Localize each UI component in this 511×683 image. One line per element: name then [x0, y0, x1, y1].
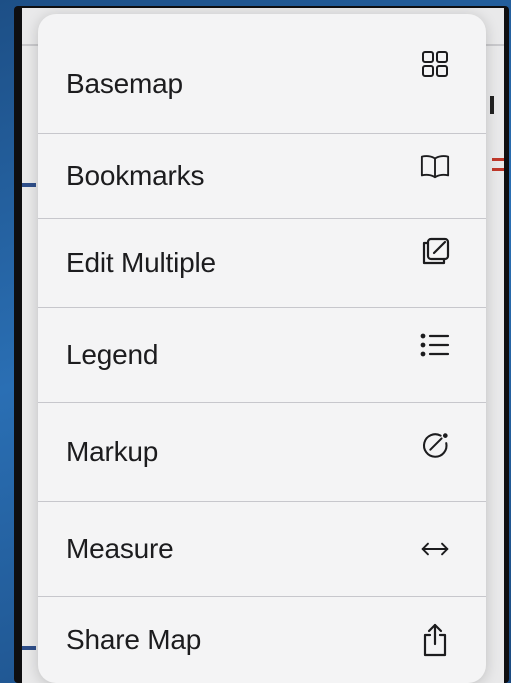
- list-icon: [420, 330, 450, 360]
- edit-icon: [420, 237, 450, 267]
- menu-item-share-map[interactable]: Share Map: [38, 597, 486, 683]
- map-feature: [492, 158, 504, 161]
- map-feature: [22, 646, 36, 650]
- markup-icon: [420, 430, 450, 460]
- menu-item-label: Share Map: [66, 624, 202, 655]
- menu-item-legend[interactable]: Legend: [38, 308, 486, 402]
- measure-icon: [420, 534, 450, 564]
- menu-item-label: Edit Multiple: [66, 247, 216, 278]
- menu-item-label: Basemap: [66, 67, 183, 99]
- menu-item-markup[interactable]: Markup: [38, 403, 486, 501]
- map-tools-menu: Basemap Bookmarks Edit Multiple Legend M…: [38, 14, 486, 683]
- menu-item-bookmarks[interactable]: Bookmarks: [38, 134, 486, 218]
- share-icon: [420, 623, 450, 657]
- map-screen: Basemap Bookmarks Edit Multiple Legend M…: [22, 8, 504, 683]
- menu-item-measure[interactable]: Measure: [38, 502, 486, 596]
- menu-item-label: Markup: [66, 436, 159, 467]
- menu-item-edit-multiple[interactable]: Edit Multiple: [38, 219, 486, 307]
- menu-item-label: Legend: [66, 339, 159, 370]
- grid-icon: [420, 49, 450, 79]
- map-feature: [490, 96, 494, 114]
- book-icon: [420, 151, 450, 181]
- menu-item-label: Bookmarks: [66, 160, 205, 191]
- menu-item-basemap[interactable]: Basemap: [38, 14, 486, 133]
- menu-item-label: Measure: [66, 533, 174, 564]
- map-feature: [22, 183, 36, 187]
- map-feature: [492, 168, 504, 171]
